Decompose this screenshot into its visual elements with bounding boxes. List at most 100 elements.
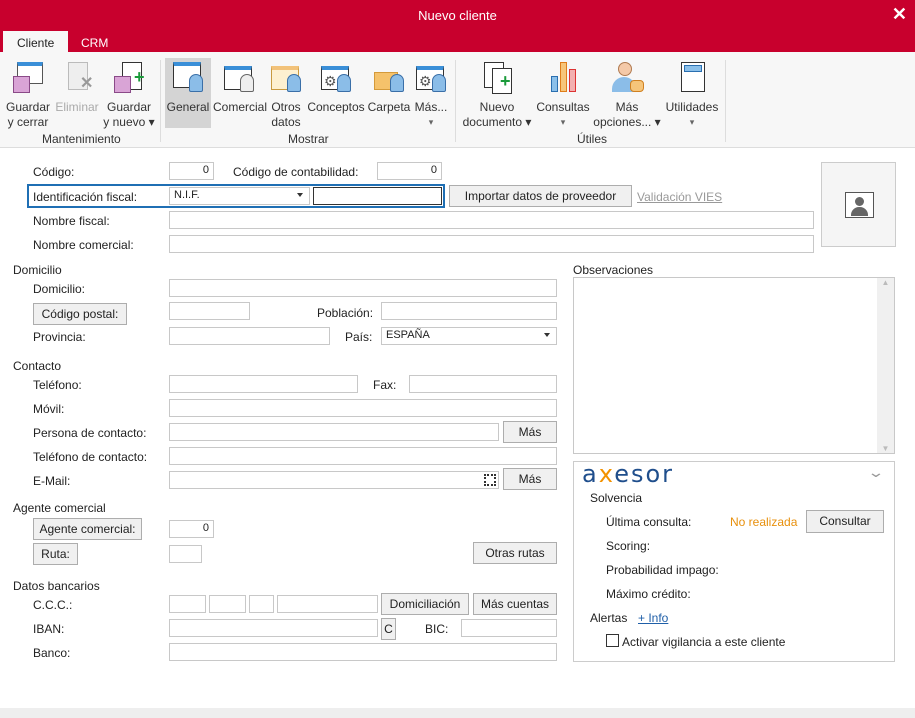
- ccc-dc-input[interactable]: [249, 595, 274, 613]
- persona-contacto-mas-button[interactable]: Más: [503, 421, 557, 443]
- bic-label: BIC:: [425, 622, 449, 636]
- nombre-comercial-input[interactable]: [169, 235, 814, 253]
- eliminar-button[interactable]: ✕ Eliminar: [54, 58, 100, 130]
- codigo-postal-button[interactable]: Código postal:: [33, 303, 127, 325]
- persona-contacto-input[interactable]: [169, 423, 499, 441]
- banco-input[interactable]: [169, 643, 557, 661]
- carpeta-button[interactable]: Carpeta: [367, 58, 411, 130]
- label: Guardar: [5, 100, 51, 114]
- telefono-label: Teléfono:: [33, 378, 82, 392]
- provincia-input[interactable]: [169, 327, 330, 345]
- label: ▾: [689, 117, 695, 127]
- utilidades-button[interactable]: Utilidades ▾: [664, 58, 720, 130]
- provincia-label: Provincia:: [33, 330, 86, 344]
- guardar-cerrar-button[interactable]: Guardar y cerrar: [5, 58, 51, 130]
- banco-label: Banco:: [33, 646, 71, 660]
- window-title: Nuevo cliente: [418, 8, 497, 23]
- divider: [725, 60, 726, 142]
- divider: [160, 60, 161, 142]
- label: Comercial: [213, 100, 268, 114]
- solvencia-label: Solvencia: [590, 491, 643, 505]
- label: opciones... ▾: [593, 115, 661, 129]
- consultar-button[interactable]: Consultar: [806, 510, 884, 533]
- email-mas-button[interactable]: Más: [503, 468, 557, 490]
- qr-code-icon[interactable]: [484, 474, 496, 486]
- validacion-vies-link[interactable]: Validación VIES: [637, 190, 722, 204]
- label: ▾: [560, 117, 566, 127]
- scrollbar[interactable]: ▲ ▼: [877, 278, 894, 453]
- importar-proveedor-button[interactable]: Importar datos de proveedor: [449, 185, 632, 207]
- label: General: [166, 100, 210, 114]
- new-document-icon: +: [482, 62, 512, 94]
- conceptos-button[interactable]: ⚙ Conceptos: [307, 58, 365, 130]
- otros-datos-button[interactable]: Otros datos: [267, 58, 305, 130]
- photo-box[interactable]: [821, 162, 896, 247]
- group-utiles: Útiles: [577, 132, 608, 146]
- bar-chart-icon: [548, 62, 578, 94]
- ruta-button[interactable]: Ruta:: [33, 543, 78, 565]
- email-label: E-Mail:: [33, 474, 71, 488]
- ultima-consulta-label: Última consulta:: [606, 515, 692, 529]
- nuevo-documento-button[interactable]: + Nuevo documento ▾: [460, 58, 534, 130]
- codigo-input[interactable]: 0: [169, 162, 214, 180]
- mas-opciones-button[interactable]: Más opciones... ▾: [592, 58, 662, 130]
- ccc-entidad-input[interactable]: [169, 595, 206, 613]
- comercial-icon: [224, 62, 254, 94]
- label: Guardar: [106, 100, 152, 114]
- iban-calc-button[interactable]: C: [381, 618, 396, 640]
- ccc-cuenta-input[interactable]: [277, 595, 378, 613]
- poblacion-input[interactable]: [381, 302, 557, 320]
- label: Utilidades: [665, 100, 719, 114]
- observaciones-label: Observaciones: [573, 263, 654, 277]
- label: Conceptos: [307, 100, 365, 114]
- identificacion-type-select[interactable]: N.I.F.: [169, 187, 310, 205]
- fax-input[interactable]: [409, 375, 557, 393]
- tab-cliente[interactable]: Cliente: [3, 31, 69, 53]
- section-contacto: Contacto: [13, 359, 62, 373]
- close-icon[interactable]: ✕: [892, 4, 907, 25]
- agente-comercial-input[interactable]: 0: [169, 520, 214, 538]
- save-icon: [13, 62, 43, 94]
- chevron-down-icon[interactable]: ⌄: [867, 464, 885, 481]
- otras-rutas-button[interactable]: Otras rutas: [473, 542, 557, 564]
- vigilancia-checkbox[interactable]: [606, 634, 619, 647]
- scoring-label: Scoring:: [606, 539, 651, 553]
- pais-select[interactable]: ESPAÑA: [381, 327, 557, 345]
- info-link[interactable]: + Info: [638, 611, 668, 625]
- label: datos: [271, 115, 301, 129]
- codigo-postal-input[interactable]: [169, 302, 250, 320]
- nif-input[interactable]: [313, 187, 442, 205]
- alertas-label: Alertas: [590, 611, 628, 625]
- guardar-nuevo-button[interactable]: + Guardar y nuevo ▾: [103, 58, 155, 130]
- email-input[interactable]: [169, 471, 499, 489]
- nombre-fiscal-input[interactable]: [169, 211, 814, 229]
- domicilio-label: Domicilio:: [33, 282, 86, 296]
- consultas-button[interactable]: Consultas ▾: [536, 58, 590, 130]
- observaciones-textarea[interactable]: ▲ ▼: [573, 277, 895, 454]
- probabilidad-impago-label: Probabilidad impago:: [606, 563, 719, 577]
- domiciliacion-button[interactable]: Domiciliación: [381, 593, 469, 615]
- label: Eliminar: [55, 100, 99, 114]
- tab-crm[interactable]: CRM: [67, 31, 122, 53]
- mas-button[interactable]: ⚙ Más... ▾: [413, 58, 449, 130]
- telefono-input[interactable]: [169, 375, 358, 393]
- general-button[interactable]: General: [165, 58, 211, 128]
- folder-icon: [374, 62, 404, 94]
- ruta-input[interactable]: [169, 545, 202, 563]
- fax-label: Fax:: [373, 378, 397, 392]
- iban-input[interactable]: [169, 619, 378, 637]
- nombre-comercial-label: Nombre comercial:: [33, 238, 134, 252]
- dropdown-arrow-icon: [544, 333, 550, 337]
- label: Más...: [414, 100, 448, 114]
- domicilio-input[interactable]: [169, 279, 557, 297]
- comercial-button[interactable]: Comercial: [213, 58, 268, 130]
- bic-input[interactable]: [461, 619, 557, 637]
- ccc-oficina-input[interactable]: [209, 595, 246, 613]
- telefono-contacto-input[interactable]: [169, 447, 557, 465]
- agente-comercial-button[interactable]: Agente comercial:: [33, 518, 142, 540]
- mas-cuentas-button[interactable]: Más cuentas: [473, 593, 557, 615]
- label: ▾: [428, 117, 434, 127]
- movil-input[interactable]: [169, 399, 557, 417]
- codigo-contabilidad-input[interactable]: 0: [377, 162, 442, 180]
- label: y cerrar: [7, 115, 49, 129]
